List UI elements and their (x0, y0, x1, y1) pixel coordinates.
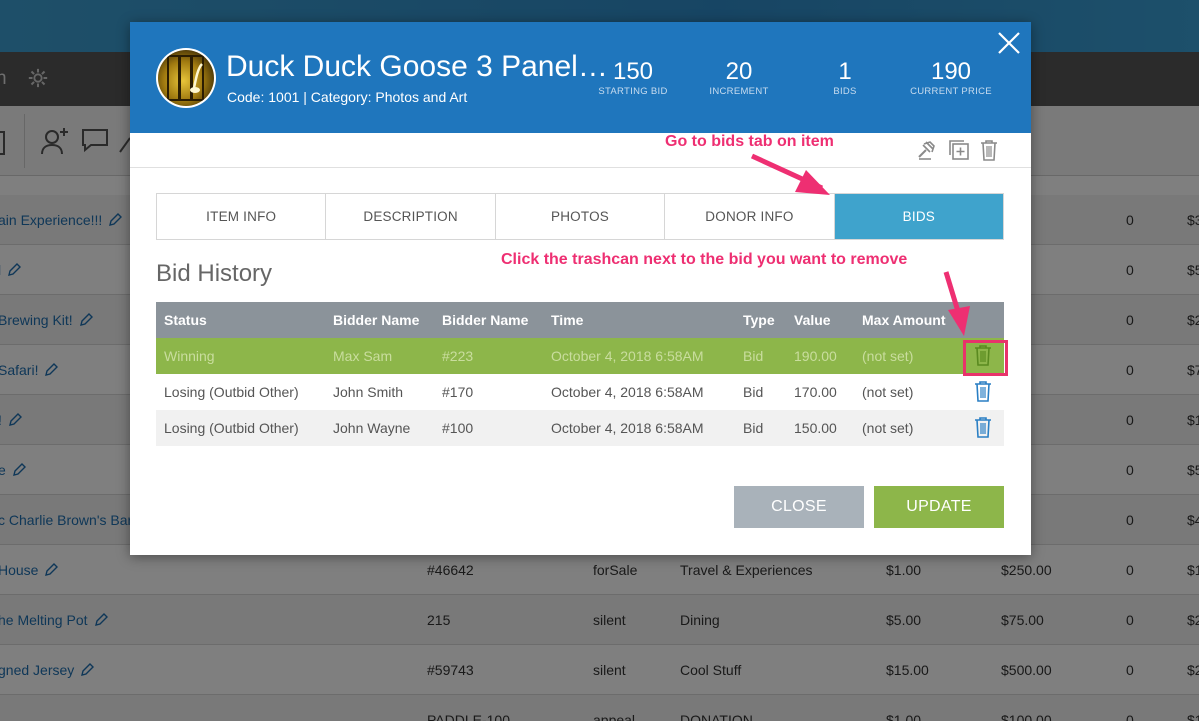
section-title: Bid History (156, 260, 273, 287)
stat-label: BIDS (833, 86, 857, 97)
bidder-number: #223 (434, 338, 543, 374)
bid-time: October 4, 2018 6:58AM (543, 410, 735, 446)
bid-status: Losing (Outbid Other) (156, 410, 325, 446)
table-row: Losing (Outbid Other) John Smith #170 Oc… (156, 374, 1004, 410)
table-row: Winning Max Sam #223 October 4, 2018 6:5… (156, 338, 1004, 374)
update-button[interactable]: UPDATE (874, 486, 1004, 528)
bid-max-amount: (not set) (854, 374, 954, 410)
bid-max-amount: (not set) (854, 410, 954, 446)
col-header-actions (954, 302, 1004, 338)
bidder-name: Max Sam (325, 338, 434, 374)
item-title: Duck Duck Goose 3 Panel… (226, 50, 608, 83)
stat-value: 190 (930, 58, 972, 85)
duplicate-icon[interactable] (948, 139, 970, 166)
item-code-category: Code: 1001 | Category: Photos and Art (227, 89, 468, 105)
bidder-number: #170 (434, 374, 543, 410)
bid-time: October 4, 2018 6:58AM (543, 374, 735, 410)
bid-status: Losing (Outbid Other) (156, 374, 325, 410)
close-button[interactable]: CLOSE (734, 486, 864, 528)
bid-actions (954, 374, 1004, 410)
col-header-max-amount: Max Amount (854, 302, 954, 338)
bid-max-amount: (not set) (854, 338, 954, 374)
item-modal: Duck Duck Goose 3 Panel… Code: 1001 | Ca… (130, 22, 1031, 555)
bidder-number: #100 (434, 410, 543, 446)
bidder-name: John Wayne (325, 410, 434, 446)
stat-label: CURRENT PRICE (910, 86, 992, 97)
stat-value: 1 (838, 58, 852, 85)
table-row: Losing (Outbid Other) John Wayne #100 Oc… (156, 410, 1004, 446)
bid-history-table: Status Bidder Name Bidder Name Time Type… (156, 302, 1004, 446)
delete-bid-trash-icon[interactable] (974, 416, 992, 441)
bid-time: October 4, 2018 6:58AM (543, 338, 735, 374)
stat-increment: 20 INCREMENT (684, 58, 794, 97)
close-icon[interactable] (996, 30, 1022, 56)
modal-header: Duck Duck Goose 3 Panel… Code: 1001 | Ca… (130, 22, 1031, 133)
bid-value: 150.00 (786, 410, 854, 446)
tab-donor-info[interactable]: DONOR INFO (665, 194, 835, 239)
tab-item-info[interactable]: ITEM INFO (157, 194, 327, 239)
bid-type: Bid (735, 410, 786, 446)
stat-value: 150 (612, 58, 654, 85)
annotation-trash-hint: Click the trashcan next to the bid you w… (501, 251, 908, 268)
col-header-bidder-number: Bidder Name (434, 302, 543, 338)
col-header-type: Type (735, 302, 786, 338)
stat-starting-bid: 150 STARTING BID (578, 58, 688, 97)
item-thumbnail (156, 48, 216, 108)
col-header-bidder-name: Bidder Name (325, 302, 434, 338)
gavel-icon[interactable] (917, 139, 939, 166)
item-tabs: ITEM INFO DESCRIPTION PHOTOS DONOR INFO … (156, 193, 1004, 240)
stat-label: INCREMENT (709, 86, 769, 97)
bidder-name: John Smith (325, 374, 434, 410)
col-header-value: Value (786, 302, 854, 338)
col-header-time: Time (543, 302, 735, 338)
col-header-status: Status (156, 302, 325, 338)
bid-value: 170.00 (786, 374, 854, 410)
bid-actions (954, 410, 1004, 446)
item-action-bar (130, 133, 1031, 168)
stat-bids: 1 BIDS (790, 58, 900, 97)
bid-status: Winning (156, 338, 325, 374)
tab-photos[interactable]: PHOTOS (496, 194, 666, 239)
trash-highlight-box (963, 340, 1008, 376)
stat-current-price: 190 CURRENT PRICE (896, 58, 1006, 97)
bid-type: Bid (735, 338, 786, 374)
tab-bids[interactable]: BIDS (834, 194, 1004, 239)
delete-bid-trash-icon[interactable] (974, 380, 992, 405)
bid-value: 190.00 (786, 338, 854, 374)
annotation-tab-hint: Go to bids tab on item (665, 133, 834, 150)
bid-type: Bid (735, 374, 786, 410)
stat-value: 20 (725, 58, 753, 85)
table-header-row: Status Bidder Name Bidder Name Time Type… (156, 302, 1004, 338)
tab-description[interactable]: DESCRIPTION (326, 194, 496, 239)
stat-label: STARTING BID (598, 86, 668, 97)
trash-icon[interactable] (979, 139, 999, 166)
